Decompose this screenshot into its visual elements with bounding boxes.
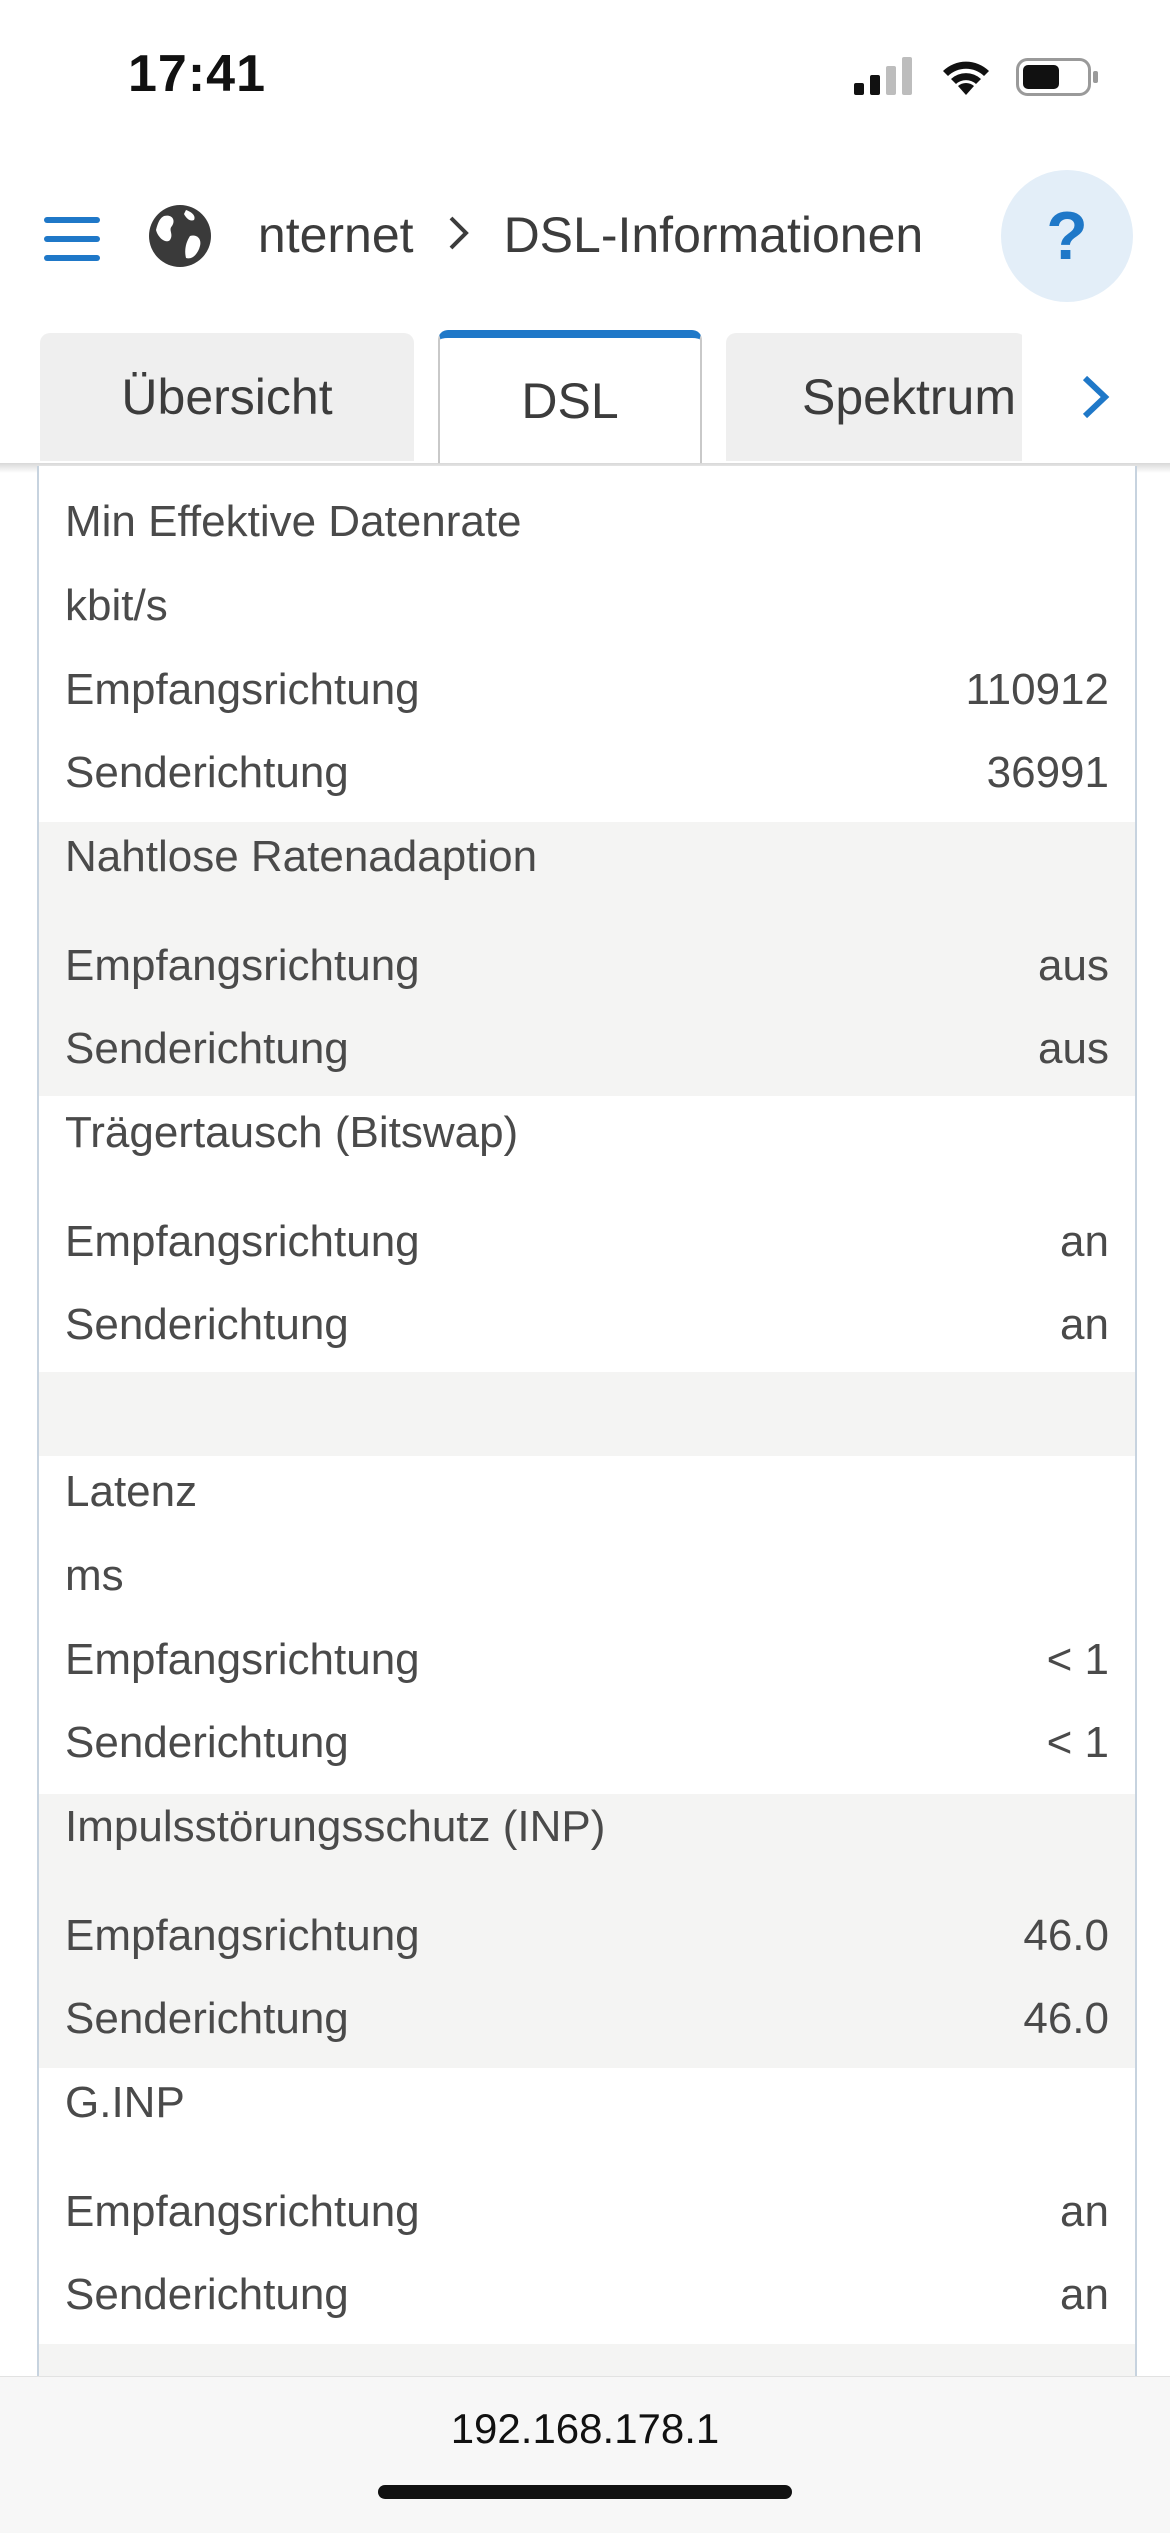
row-band bbox=[39, 1372, 1135, 1456]
section-title: Trägertausch (Bitswap) bbox=[65, 1108, 519, 1157]
unit-label: ms bbox=[65, 1551, 124, 1600]
breadcrumb: Internet DSL-Informationen bbox=[258, 160, 988, 310]
globe-icon bbox=[149, 205, 211, 267]
tab-uebersicht[interactable]: Übersicht bbox=[40, 333, 414, 461]
section-title: Latenz bbox=[65, 1467, 198, 1516]
dsl-info-table: Min Effektive Datenrate kbit/s Empfangsr… bbox=[37, 466, 1137, 2376]
chevron-right-icon bbox=[1082, 375, 1110, 419]
table-row: Empfangsrichtung 110912 bbox=[65, 665, 1109, 714]
tab-bar: Übersicht DSL Spektrum bbox=[0, 330, 1170, 464]
section-title: G.INP bbox=[65, 2078, 185, 2127]
table-row: Empfangsrichtung < 1 bbox=[65, 1635, 1109, 1684]
status-bar: 17:41 bbox=[0, 0, 1170, 150]
table-row: Empfangsrichtung 46.0 bbox=[65, 1911, 1109, 1960]
signal-icon bbox=[854, 57, 912, 95]
table-row: Empfangsrichtung aus bbox=[65, 941, 1109, 990]
breadcrumb-item-dsl-informationen: DSL-Informationen bbox=[503, 207, 924, 263]
tabs-next-button[interactable] bbox=[1022, 330, 1170, 464]
table-row: Senderichtung < 1 bbox=[65, 1718, 1109, 1767]
tab-spektrum[interactable]: Spektrum bbox=[726, 333, 1026, 461]
table-row: Senderichtung aus bbox=[65, 1024, 1109, 1073]
status-icons bbox=[854, 52, 1100, 102]
table-row: Senderichtung an bbox=[65, 2270, 1109, 2319]
status-time: 17:41 bbox=[128, 45, 266, 103]
tab-dsl[interactable]: DSL bbox=[438, 330, 702, 464]
breadcrumb-item-internet[interactable]: Internet bbox=[258, 206, 414, 264]
wifi-icon bbox=[943, 61, 989, 95]
home-indicator[interactable] bbox=[378, 2485, 792, 2499]
section-title: Min Effektive Datenrate bbox=[65, 497, 522, 546]
chevron-right-icon bbox=[448, 208, 470, 262]
table-row: Senderichtung 46.0 bbox=[65, 1994, 1109, 2043]
menu-icon[interactable] bbox=[44, 217, 100, 261]
section-title: Impulsstörungsschutz (INP) bbox=[65, 1802, 606, 1851]
browser-bottom-bar: 192.168.178.1 bbox=[0, 2376, 1170, 2533]
unit-label: kbit/s bbox=[65, 581, 168, 630]
table-row: Senderichtung 36991 bbox=[65, 748, 1109, 797]
row-band bbox=[39, 2344, 1135, 2376]
table-row: Empfangsrichtung an bbox=[65, 2187, 1109, 2236]
top-navigation: Internet DSL-Informationen ? bbox=[0, 160, 1170, 310]
table-row: Empfangsrichtung an bbox=[65, 1217, 1109, 1266]
battery-icon bbox=[1016, 58, 1098, 96]
help-button[interactable]: ? bbox=[1001, 170, 1133, 302]
url-display[interactable]: 192.168.178.1 bbox=[0, 2405, 1170, 2453]
table-row: Senderichtung an bbox=[65, 1300, 1109, 1349]
section-title: Nahtlose Ratenadaption bbox=[65, 832, 538, 881]
